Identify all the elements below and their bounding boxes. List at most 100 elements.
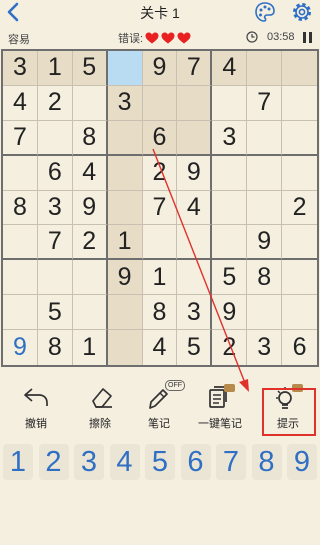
settings-button[interactable] bbox=[291, 1, 313, 23]
number-key-8[interactable]: 8 bbox=[251, 444, 282, 480]
hint-button[interactable]: 提示 bbox=[256, 376, 320, 438]
grid-cell-r4-c3[interactable]: 4 bbox=[72, 155, 108, 191]
number-key-6[interactable]: 6 bbox=[180, 444, 211, 480]
grid-cell-r6-c5[interactable] bbox=[142, 225, 178, 261]
grid-cell-r5-c2[interactable]: 3 bbox=[37, 190, 73, 226]
grid-cell-r1-c2[interactable]: 1 bbox=[37, 51, 73, 86]
grid-cell-r5-c1[interactable]: 8 bbox=[3, 190, 38, 226]
grid-cell-r2-c1[interactable]: 4 bbox=[3, 85, 38, 121]
grid-cell-r4-c6[interactable]: 9 bbox=[177, 155, 213, 191]
grid-cell-r8-c8[interactable] bbox=[247, 295, 283, 331]
grid-cell-r7-c6[interactable] bbox=[177, 260, 213, 296]
grid-cell-r2-c9[interactable] bbox=[282, 86, 317, 121]
back-button[interactable] bbox=[4, 1, 24, 23]
quick-notes-button[interactable]: 一键笔记 bbox=[188, 376, 252, 438]
undo-button[interactable]: 撤销 bbox=[4, 376, 68, 438]
grid-cell-r5-c9[interactable]: 2 bbox=[282, 191, 317, 226]
grid-cell-r3-c2[interactable] bbox=[37, 120, 73, 156]
grid-cell-r3-c1[interactable]: 7 bbox=[3, 120, 38, 156]
grid-cell-r1-c5[interactable]: 9 bbox=[142, 51, 178, 86]
grid-cell-r4-c5[interactable]: 2 bbox=[142, 155, 178, 191]
grid-cell-r9-c4[interactable] bbox=[107, 330, 143, 365]
grid-cell-r2-c5[interactable] bbox=[142, 85, 178, 121]
grid-cell-r3-c6[interactable] bbox=[177, 120, 213, 156]
grid-cell-r3-c8[interactable] bbox=[247, 120, 283, 156]
grid-cell-r1-c4[interactable] bbox=[107, 51, 143, 86]
grid-cell-r7-c1[interactable] bbox=[3, 260, 38, 296]
grid-cell-r1-c3[interactable]: 5 bbox=[72, 51, 108, 86]
grid-cell-r9-c1[interactable]: 9 bbox=[3, 330, 38, 365]
grid-cell-r9-c8[interactable]: 3 bbox=[247, 330, 283, 365]
grid-cell-r9-c9[interactable]: 6 bbox=[282, 330, 317, 365]
erase-button[interactable]: 擦除 bbox=[68, 376, 132, 438]
grid-cell-r6-c3[interactable]: 2 bbox=[72, 225, 108, 261]
status-bar: 容易 错误: 03:58 bbox=[0, 27, 320, 47]
grid-cell-r9-c2[interactable]: 8 bbox=[38, 330, 73, 365]
grid-cell-r7-c7[interactable]: 5 bbox=[212, 260, 248, 296]
grid-cell-r8-c9[interactable] bbox=[282, 295, 317, 331]
grid-cell-r2-c2[interactable]: 2 bbox=[37, 85, 73, 121]
grid-cell-r6-c8[interactable]: 9 bbox=[247, 225, 283, 261]
grid-cell-r7-c9[interactable] bbox=[282, 260, 317, 296]
number-key-4[interactable]: 4 bbox=[109, 444, 140, 480]
grid-cell-r5-c4[interactable] bbox=[107, 190, 143, 226]
notes-button[interactable]: OFF 笔记 bbox=[127, 376, 191, 438]
grid-cell-r1-c1[interactable]: 3 bbox=[3, 51, 38, 86]
grid-cell-r5-c3[interactable]: 9 bbox=[72, 190, 108, 226]
number-key-2[interactable]: 2 bbox=[38, 444, 69, 480]
grid-cell-r7-c8[interactable]: 8 bbox=[247, 260, 283, 296]
grid-cell-r8-c1[interactable] bbox=[3, 295, 38, 331]
grid-cell-r5-c8[interactable] bbox=[247, 190, 283, 226]
number-key-1[interactable]: 1 bbox=[3, 444, 33, 480]
grid-cell-r4-c4[interactable] bbox=[107, 155, 143, 191]
grid-cell-r7-c4[interactable]: 9 bbox=[107, 260, 143, 296]
grid-cell-r1-c9[interactable] bbox=[282, 51, 317, 86]
grid-cell-r6-c2[interactable]: 7 bbox=[37, 225, 73, 261]
grid-cell-r3-c7[interactable]: 3 bbox=[212, 120, 248, 156]
grid-cell-r1-c6[interactable]: 7 bbox=[177, 51, 213, 86]
grid-cell-r8-c6[interactable]: 3 bbox=[177, 295, 213, 331]
grid-cell-r5-c6[interactable]: 4 bbox=[177, 190, 213, 226]
grid-cell-r2-c7[interactable] bbox=[212, 85, 248, 121]
theme-button[interactable] bbox=[254, 1, 276, 23]
number-key-3[interactable]: 3 bbox=[74, 444, 104, 480]
grid-cell-r2-c6[interactable] bbox=[177, 85, 213, 121]
grid-cell-r3-c3[interactable]: 8 bbox=[72, 120, 108, 156]
grid-cell-r6-c4[interactable]: 1 bbox=[107, 225, 143, 261]
grid-cell-r3-c4[interactable] bbox=[107, 120, 143, 156]
grid-cell-r9-c3[interactable]: 1 bbox=[73, 330, 108, 365]
grid-cell-r5-c7[interactable] bbox=[212, 190, 248, 226]
grid-cell-r8-c3[interactable] bbox=[72, 295, 108, 331]
grid-cell-r6-c1[interactable] bbox=[3, 225, 38, 261]
grid-cell-r8-c5[interactable]: 8 bbox=[142, 295, 178, 331]
grid-cell-r3-c5[interactable]: 6 bbox=[142, 120, 178, 156]
grid-cell-r6-c6[interactable] bbox=[177, 225, 213, 261]
grid-cell-r5-c5[interactable]: 7 bbox=[142, 190, 178, 226]
grid-cell-r9-c5[interactable]: 4 bbox=[143, 330, 178, 365]
grid-cell-r6-c9[interactable] bbox=[282, 225, 317, 261]
pause-button[interactable] bbox=[303, 32, 312, 43]
grid-cell-r7-c2[interactable] bbox=[37, 260, 73, 296]
grid-cell-r9-c7[interactable]: 2 bbox=[212, 330, 248, 365]
grid-cell-r3-c9[interactable] bbox=[282, 121, 317, 156]
grid-cell-r2-c4[interactable]: 3 bbox=[107, 85, 143, 121]
grid-cell-r7-c3[interactable] bbox=[72, 260, 108, 296]
grid-cell-r8-c7[interactable]: 9 bbox=[212, 295, 248, 331]
grid-cell-r1-c7[interactable]: 4 bbox=[212, 51, 248, 86]
grid-cell-r4-c2[interactable]: 6 bbox=[37, 155, 73, 191]
grid-cell-r4-c8[interactable] bbox=[247, 155, 283, 191]
grid-cell-r4-c1[interactable] bbox=[3, 155, 38, 191]
number-key-9[interactable]: 9 bbox=[287, 444, 317, 480]
grid-cell-r1-c8[interactable] bbox=[247, 51, 283, 86]
grid-cell-r8-c4[interactable] bbox=[107, 295, 143, 331]
grid-cell-r4-c7[interactable] bbox=[212, 155, 248, 191]
grid-cell-r9-c6[interactable]: 5 bbox=[177, 330, 213, 365]
number-key-7[interactable]: 7 bbox=[216, 444, 246, 480]
grid-cell-r7-c5[interactable]: 1 bbox=[142, 260, 178, 296]
grid-cell-r6-c7[interactable] bbox=[212, 225, 248, 261]
grid-cell-r8-c2[interactable]: 5 bbox=[37, 295, 73, 331]
grid-cell-r2-c3[interactable] bbox=[72, 85, 108, 121]
grid-cell-r2-c8[interactable]: 7 bbox=[247, 85, 283, 121]
number-key-5[interactable]: 5 bbox=[145, 444, 175, 480]
grid-cell-r4-c9[interactable] bbox=[282, 156, 317, 191]
